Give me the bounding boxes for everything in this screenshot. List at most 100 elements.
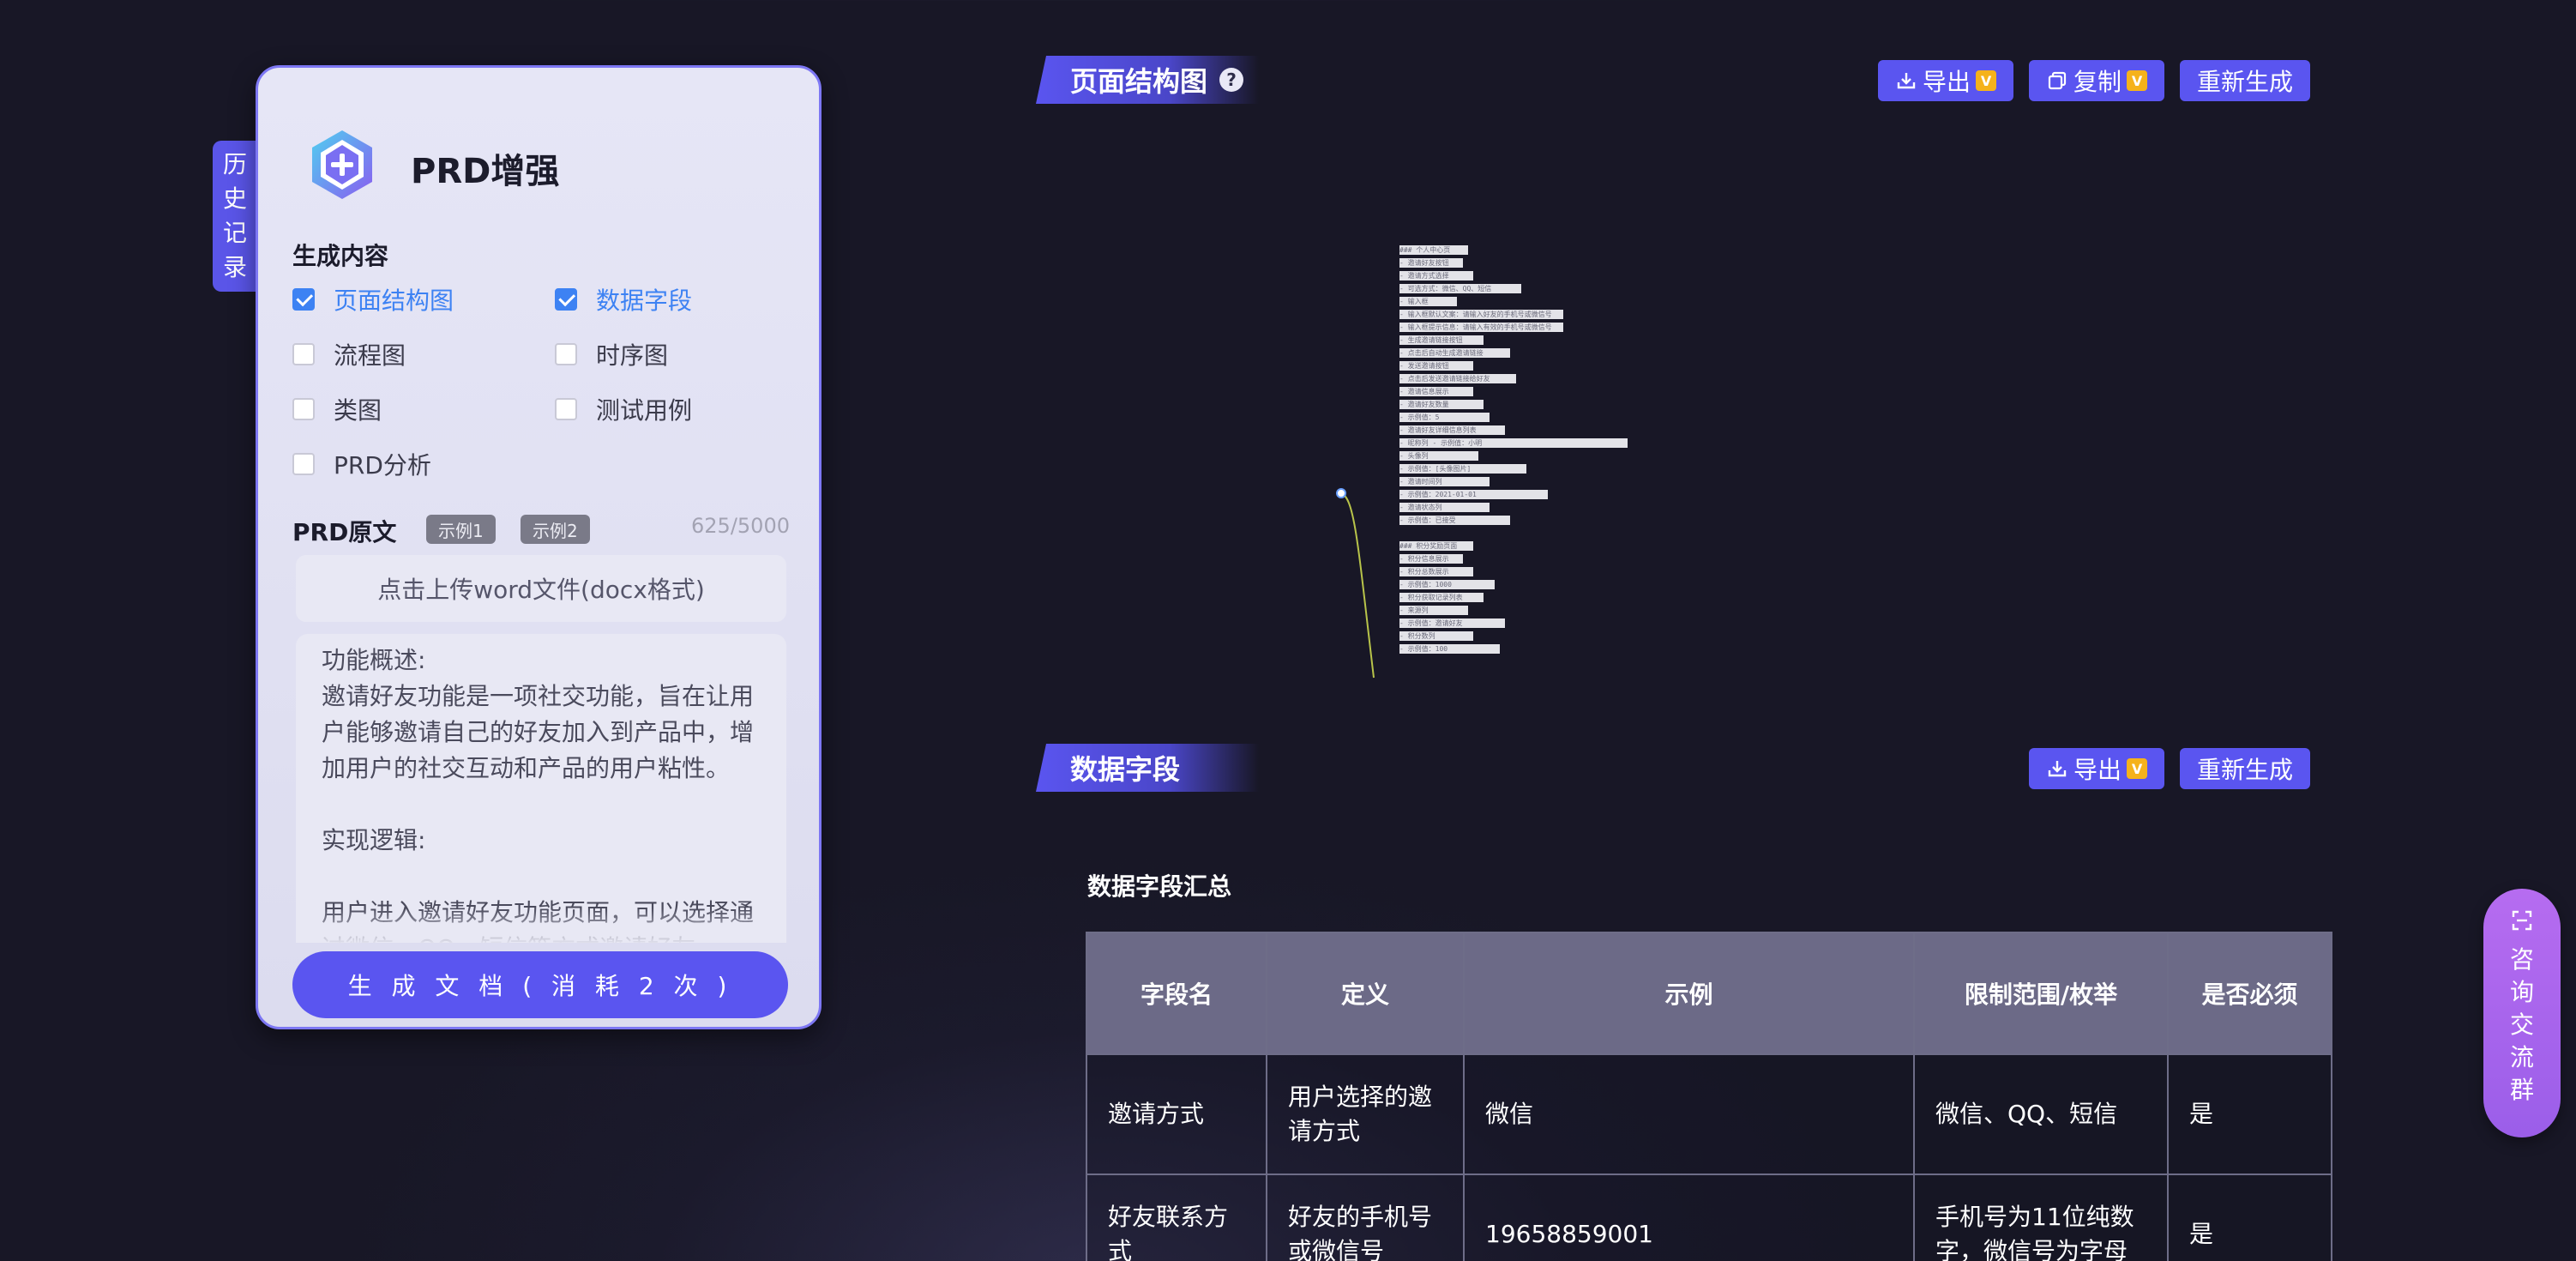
table-title: 数据字段汇总 [1087, 872, 1232, 901]
prd-source-label: PRD原文 [292, 518, 397, 546]
export-button[interactable]: 导出 V [1878, 60, 2014, 101]
history-tab-char: 史 [222, 184, 247, 213]
option-label: 数据字段 [596, 287, 693, 315]
table-header-row: 字段名 定义 示例 限制范围/枚举 是否必须 [1086, 932, 2332, 1055]
column-header: 限制范围/枚举 [1913, 932, 2169, 1055]
checkbox[interactable] [555, 398, 577, 420]
option-structure-chart[interactable]: 页面结构图 [292, 282, 454, 317]
mindmap-line: - 积分获取记录列表 [1399, 593, 1484, 602]
option-label: 测试用例 [596, 396, 693, 425]
option-label: 流程图 [334, 341, 406, 370]
consult-group-button[interactable]: 咨 询 交 流 群 [2483, 889, 2561, 1137]
option-prd-analysis[interactable]: PRD分析 [292, 447, 431, 481]
data-fields-table: 字段名 定义 示例 限制范围/枚举 是否必须 邀请方式 用户选择的邀请方式 微信… [1086, 932, 2332, 1261]
history-tab-char: 记 [222, 219, 247, 247]
checkbox[interactable] [292, 453, 315, 475]
column-header: 是否必须 [2167, 932, 2332, 1055]
consult-char: 群 [2509, 1076, 2534, 1104]
mindmap-line: - 邀请好友数量 [1399, 400, 1484, 409]
plus-hexagon-icon [312, 130, 372, 199]
mindmap-line: - 输入框默认文案：请输入好友的手机号或微信号 [1399, 310, 1564, 319]
history-tab-char: 录 [222, 253, 247, 281]
mindmap-line: - 昵称列 - 示例值：小明 [1399, 438, 1628, 448]
mindmap-line: - 示例值：1000 [1399, 580, 1495, 589]
download-icon [1897, 73, 1916, 89]
mindmap-root-node[interactable] [1336, 488, 1346, 498]
question-icon[interactable]: ? [1219, 68, 1244, 92]
mindmap-line: - 积分数列 [1399, 631, 1473, 641]
scan-icon [2512, 910, 2532, 931]
mindmap-line: ### 个人中心页 [1399, 245, 1468, 255]
copy-label: 复制 [2073, 68, 2122, 96]
sample1-button[interactable]: 示例1 [426, 515, 496, 544]
column-header: 示例 [1463, 932, 1915, 1055]
table-cell: 微信 [1463, 1053, 1915, 1175]
structure-mindmap[interactable]: ### 个人中心页 - 邀请好友按钮 - 邀请方式选择 - 可选方式：微信、QQ、… [1321, 240, 1681, 686]
mindmap-line: - 生成邀请链接按钮 [1399, 335, 1484, 345]
mindmap-text: ### 个人中心页 - 邀请好友按钮 - 邀请方式选择 - 可选方式：微信、QQ、… [1399, 245, 1628, 657]
prd-textarea[interactable]: 功能概述: 邀请好友功能是一项社交功能，旨在让用户能够邀请自己的好友加入到产品中… [296, 634, 786, 943]
regenerate-structure-button[interactable]: 重新生成 [2180, 60, 2311, 101]
mindmap-line: - 点击后发送邀请链接给好友 [1399, 374, 1516, 383]
option-test-cases[interactable]: 测试用例 [555, 392, 692, 426]
consult-char: 咨 [2509, 945, 2534, 974]
checkbox[interactable] [555, 343, 577, 365]
option-label: 类图 [334, 396, 382, 425]
export-label: 导出 [1923, 68, 1971, 96]
checkbox[interactable] [292, 288, 315, 311]
option-data-fields[interactable]: 数据字段 [555, 282, 692, 317]
regenerate-fields-button[interactable]: 重新生成 [2180, 748, 2311, 789]
mindmap-line: - 示例值：100 [1399, 644, 1500, 654]
mindmap-line: - 示例值：5 [1399, 413, 1490, 422]
sample2-button[interactable]: 示例2 [521, 515, 590, 544]
table-cell: 用户选择的邀请方式 [1266, 1053, 1465, 1175]
table-cell: 好友的手机号或微信号 [1266, 1174, 1465, 1261]
table-cell: 好友联系方式 [1086, 1174, 1267, 1261]
upload-word-button[interactable]: 点击上传word文件(docx格式) [296, 555, 786, 622]
copy-button[interactable]: 复制 V [2029, 60, 2165, 101]
history-tab[interactable]: 历 史 记 录 [213, 141, 257, 292]
column-header: 字段名 [1086, 932, 1267, 1055]
mindmap-line [1399, 528, 1408, 538]
table-row: 邀请方式 用户选择的邀请方式 微信 微信、QQ、短信 是 [1086, 1053, 2332, 1175]
mindmap-line: - 邀请信息展示 [1399, 387, 1473, 396]
mindmap-line: - 邀请状态列 [1399, 503, 1490, 512]
download-icon [2048, 761, 2067, 777]
mindmap-line: - 示例值：邀请好友 [1399, 618, 1506, 628]
checkbox[interactable] [292, 343, 315, 365]
mindmap-line: - 邀请好友详细信息列表 [1399, 425, 1506, 435]
option-flowchart[interactable]: 流程图 [292, 337, 406, 371]
section-title: 页面结构图 [1070, 65, 1208, 98]
table-cell: 手机号为11位纯数字，微信号为字母 [1913, 1174, 2169, 1261]
mindmap-line: - 邀请好友按钮 [1399, 258, 1463, 268]
prd-panel: PRD增强 生成内容 页面结构图 数据字段 流程图 时序图 类图 测试用例 PR… [256, 65, 822, 1029]
option-class-diagram[interactable]: 类图 [292, 392, 382, 426]
column-header: 定义 [1266, 932, 1465, 1055]
generate-document-button[interactable]: 生 成 文 档 ( 消 耗 2 次 ) [292, 951, 788, 1018]
mindmap-line: - 示例值：[头像图片] [1399, 464, 1526, 474]
option-sequence-diagram[interactable]: 时序图 [555, 337, 668, 371]
mindmap-line: - 示例值：已接受 [1399, 516, 1511, 525]
mindmap-line: - 邀请方式选择 [1399, 271, 1473, 281]
export-label: 导出 [2073, 756, 2122, 784]
history-tab-char: 历 [222, 150, 247, 178]
option-label: 时序图 [596, 341, 669, 370]
char-count: 625/5000 [691, 514, 790, 538]
checkbox[interactable] [555, 288, 577, 311]
section-title: 数据字段 [1070, 753, 1181, 786]
table-row: 好友联系方式 好友的手机号或微信号 19658859001 手机号为11位纯数字… [1086, 1174, 2332, 1261]
option-label: PRD分析 [334, 451, 431, 480]
checkbox[interactable] [292, 398, 315, 420]
option-label: 页面结构图 [334, 287, 454, 315]
mindmap-line: - 发送邀请按钮 [1399, 361, 1473, 371]
mindmap-line: - 输入框提示信息：请输入有效的手机号或微信号 [1399, 323, 1564, 332]
export-fields-button[interactable]: 导出 V [2029, 748, 2165, 789]
table-cell: 邀请方式 [1086, 1053, 1267, 1175]
mindmap-line: - 输入框 [1399, 297, 1458, 306]
fields-section-header: 数据字段 [1036, 744, 1259, 792]
mindmap-line: ### 积分奖励页面 [1399, 541, 1473, 551]
table-cell: 是 [2167, 1053, 2332, 1175]
vip-badge: V [2127, 758, 2148, 779]
vip-badge: V [2127, 70, 2148, 91]
mindmap-line: - 积分信息展示 [1399, 554, 1463, 564]
